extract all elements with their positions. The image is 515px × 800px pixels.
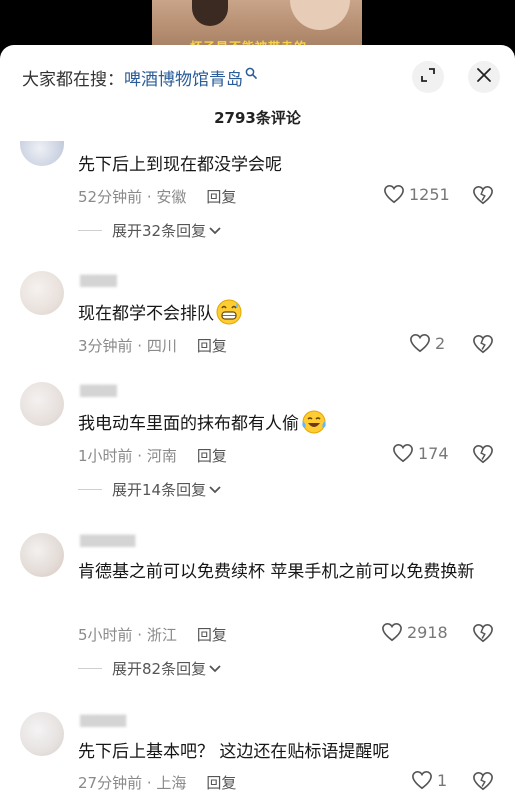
reply-button[interactable]: 回复 [206, 774, 236, 792]
search-icon [245, 67, 257, 79]
divider [78, 668, 102, 669]
dislike-button[interactable] [472, 334, 494, 356]
like-count: 2 [435, 333, 446, 353]
comment-meta: 3分钟前 · 四川 回复 [78, 335, 227, 356]
heart-icon [410, 333, 430, 353]
comment-time-location: 52分钟前 · 安徽 [78, 188, 187, 206]
like-count: 1251 [409, 184, 450, 204]
video-shadow [192, 0, 228, 26]
comment-text: 现在都学不会排队 [78, 299, 478, 327]
comment-time-location: 1小时前 · 河南 [78, 447, 177, 465]
like-count: 2918 [407, 622, 448, 642]
broken-heart-icon [473, 623, 493, 643]
reply-button[interactable]: 回复 [197, 447, 227, 465]
reply-button[interactable]: 回复 [197, 337, 227, 355]
heart-icon [393, 443, 413, 463]
like-button[interactable]: 2 [409, 333, 445, 353]
search-prefix: 大家都在搜： [22, 69, 124, 90]
broken-heart-icon [473, 334, 493, 354]
expand-replies-button[interactable]: 展开32条回复 [78, 220, 221, 241]
avatar[interactable] [20, 533, 64, 577]
expand-replies-label: 展开82条回复 [112, 660, 207, 678]
comment-meta: 5小时前 · 浙江 回复 [78, 624, 227, 645]
chevron-down-icon [209, 664, 221, 672]
comment-time-location: 5小时前 · 浙江 [78, 626, 177, 644]
reply-button[interactable]: 回复 [197, 626, 227, 644]
comment-text-body: 我电动车里面的抹布都有人偷 [78, 414, 299, 434]
username[interactable]: ▇▇▇▇▇▇ [80, 533, 135, 547]
video-hand [290, 0, 350, 30]
comments-sheet: 大家都在搜： 啤酒博物馆青岛 2793条评论 先下后上到现在都没学会呢 52分钟… [0, 45, 515, 800]
divider [78, 230, 102, 231]
comment-count: 2793条评论 [214, 109, 301, 127]
like-button[interactable]: 1 [411, 770, 447, 790]
like-count: 174 [418, 443, 449, 463]
expand-replies-label: 展开14条回复 [112, 481, 207, 499]
avatar[interactable] [20, 382, 64, 426]
avatar[interactable] [20, 271, 64, 315]
username[interactable]: ▇▇▇▇ [80, 383, 117, 397]
comment-text: 肯德基之前可以免费续杯 苹果手机之前可以免费换新 [78, 562, 475, 582]
heart-icon [382, 622, 402, 642]
chevron-down-icon [209, 485, 221, 493]
broken-heart-icon [473, 771, 493, 791]
comment-meta: 52分钟前 · 安徽 回复 [78, 186, 236, 207]
dislike-button[interactable] [472, 444, 494, 466]
search-suggestion[interactable]: 大家都在搜： 啤酒博物馆青岛 [22, 65, 257, 90]
reply-button[interactable]: 回复 [206, 188, 236, 206]
expand-button[interactable] [412, 61, 444, 93]
username[interactable]: ▇▇▇▇▇ [80, 713, 126, 727]
divider [78, 489, 102, 490]
grinning-sweat-emoji [216, 299, 242, 325]
close-icon [476, 67, 492, 87]
tears-of-joy-emoji [301, 409, 327, 435]
expand-icon [420, 67, 436, 87]
expand-replies-button[interactable]: 展开14条回复 [78, 479, 221, 500]
dislike-button[interactable] [472, 185, 494, 207]
comment-text: 我电动车里面的抹布都有人偷 [78, 409, 478, 437]
comment-meta: 27分钟前 · 上海 回复 [78, 772, 236, 793]
comment-meta: 1小时前 · 河南 回复 [78, 445, 227, 466]
like-count: 1 [437, 770, 448, 790]
like-button[interactable]: 174 [392, 443, 449, 463]
search-term-link[interactable]: 啤酒博物馆青岛 [124, 65, 243, 90]
comment-text: 先下后上基本吧？ 这边还在贴标语提醒呢 [78, 742, 390, 762]
heart-icon [412, 770, 432, 790]
avatar[interactable] [20, 712, 64, 756]
broken-heart-icon [473, 444, 493, 464]
expand-replies-label: 展开32条回复 [112, 222, 207, 240]
avatar[interactable] [20, 141, 64, 166]
chevron-down-icon [209, 226, 221, 234]
heart-icon [384, 184, 404, 204]
expand-replies-button[interactable]: 展开82条回复 [78, 658, 221, 679]
dislike-button[interactable] [472, 623, 494, 645]
comment-text-body: 现在都学不会排队 [78, 304, 214, 324]
close-button[interactable] [468, 61, 500, 93]
username[interactable]: ▇▇▇▇ [80, 273, 117, 287]
broken-heart-icon [473, 185, 493, 205]
dislike-button[interactable] [472, 771, 494, 793]
like-button[interactable]: 1251 [383, 184, 450, 204]
comment-time-location: 3分钟前 · 四川 [78, 337, 177, 355]
like-button[interactable]: 2918 [381, 622, 448, 642]
comment-time-location: 27分钟前 · 上海 [78, 774, 187, 792]
comment-text: 先下后上到现在都没学会呢 [78, 155, 282, 175]
